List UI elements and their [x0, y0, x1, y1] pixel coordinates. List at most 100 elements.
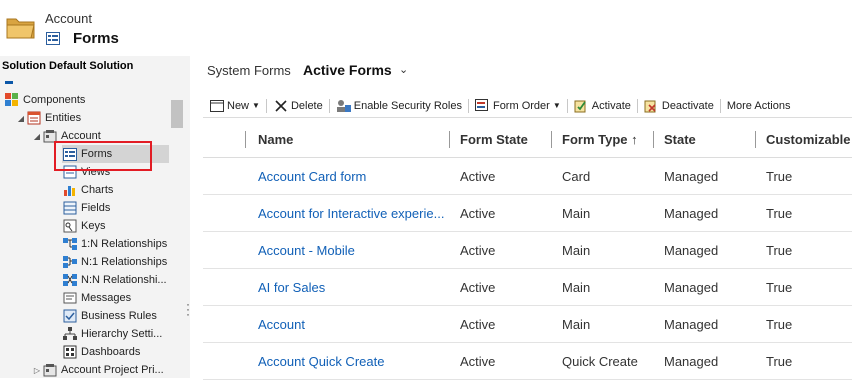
relationship-icon: [62, 273, 78, 287]
form-name-link[interactable]: Account for Interactive experie...: [258, 195, 446, 232]
table-row[interactable]: Account - Mobile Active Main Managed Tru…: [203, 232, 852, 269]
state-cell: Managed: [664, 243, 719, 258]
table-row[interactable]: Account Quick Create Active Quick Create…: [203, 343, 852, 380]
expand-arrow-icon[interactable]: ◢: [16, 114, 26, 123]
solution-explorer-sidebar: Solution Default Solution Components ◢ E…: [0, 56, 190, 378]
tree-item-components[interactable]: Components: [4, 91, 85, 109]
collapse-indicator[interactable]: [5, 81, 13, 84]
tree-item-hierarchy-settings[interactable]: Hierarchy Setti...: [62, 325, 162, 343]
chevron-down-icon[interactable]: ⌄: [399, 63, 408, 76]
column-header-customizable[interactable]: Customizable: [755, 120, 851, 158]
column-header-state[interactable]: State: [653, 120, 696, 158]
column-header-name[interactable]: Name: [258, 120, 293, 158]
relationship-icon: [62, 255, 78, 269]
folder-icon: [6, 14, 36, 40]
form-state-cell: Active: [460, 354, 496, 369]
account-entity-icon: [42, 363, 58, 377]
forms-grid: Name Form State Form Type ↑ State Custom…: [203, 120, 852, 380]
customizable-cell: True: [766, 354, 793, 369]
form-type-cell: Main: [562, 206, 591, 221]
solution-title: Solution Default Solution: [2, 60, 134, 72]
customizable-cell: True: [766, 280, 793, 295]
collapsed-arrow-icon[interactable]: ▷: [32, 366, 42, 375]
activate-icon: [574, 99, 590, 113]
table-row[interactable]: Account for Interactive experie... Activ…: [203, 195, 852, 232]
activate-button[interactable]: Activate: [568, 95, 637, 117]
state-cell: Managed: [664, 169, 719, 184]
tree-item-entities[interactable]: ◢ Entities: [16, 109, 81, 127]
form-name-link[interactable]: Account Card form: [258, 158, 446, 195]
deactivate-button[interactable]: Deactivate: [638, 95, 720, 117]
form-order-button[interactable]: Form Order ▼: [469, 95, 567, 117]
dashboards-icon: [62, 345, 78, 359]
splitter-handle-icon[interactable]: · · ·: [186, 298, 190, 320]
caret-down-icon: ▼: [252, 101, 260, 110]
customizable-cell: True: [766, 317, 793, 332]
new-button[interactable]: New ▼: [203, 95, 266, 117]
view-selector[interactable]: Active Forms: [303, 62, 392, 78]
tree-item-account-project-price[interactable]: ▷ Account Project Pri...: [32, 361, 164, 378]
charts-icon: [62, 183, 78, 197]
column-header-form-state[interactable]: Form State: [449, 120, 528, 158]
close-icon: [273, 99, 289, 113]
forms-icon: [46, 32, 60, 45]
highlight-box: [54, 141, 152, 171]
sidebar-scrollbar[interactable]: [170, 98, 184, 378]
more-actions-button[interactable]: More Actions: [721, 95, 797, 117]
table-row[interactable]: Account Card form Active Card Managed Tr…: [203, 158, 852, 195]
grid-header: Name Form State Form Type ↑ State Custom…: [203, 120, 852, 158]
form-name-link[interactable]: Account - Mobile: [258, 232, 446, 269]
delete-button[interactable]: Delete: [267, 95, 329, 117]
form-state-cell: Active: [460, 243, 496, 258]
tree-item-fields[interactable]: Fields: [62, 199, 110, 217]
tree-item-n1-relationships[interactable]: N:1 Relationships: [62, 253, 167, 271]
table-row[interactable]: AI for Sales Active Main Managed True: [203, 269, 852, 306]
column-header-form-type[interactable]: Form Type ↑: [551, 120, 638, 158]
state-cell: Managed: [664, 317, 719, 332]
page-header: Account Forms: [0, 0, 852, 56]
tree-item-nn-relationships[interactable]: N:N Relationshi...: [62, 271, 167, 289]
form-name-link[interactable]: AI for Sales: [258, 269, 446, 306]
fields-icon: [62, 201, 78, 215]
keys-icon: [62, 219, 78, 233]
form-order-icon: [474, 99, 491, 113]
state-cell: Managed: [664, 206, 719, 221]
tree-item-1n-relationships[interactable]: 1:N Relationships: [62, 235, 167, 253]
expand-arrow-icon[interactable]: ◢: [32, 132, 42, 141]
customizable-cell: True: [766, 243, 793, 258]
tree-item-dashboards[interactable]: Dashboards: [62, 343, 140, 361]
command-bar: New ▼ Delete Enable Security Roles Form O…: [203, 94, 852, 118]
entity-name: Account: [45, 11, 92, 26]
sidebar-scroll-thumb[interactable]: [171, 100, 183, 128]
hierarchy-icon: [62, 327, 78, 341]
form-type-cell: Main: [562, 317, 591, 332]
form-type-cell: Main: [562, 243, 591, 258]
tree-item-charts[interactable]: Charts: [62, 181, 113, 199]
entities-icon: [26, 111, 42, 125]
tree-item-messages[interactable]: Messages: [62, 289, 131, 307]
tree-item-business-rules[interactable]: Business Rules: [62, 307, 157, 325]
components-icon: [4, 93, 20, 107]
customizable-cell: True: [766, 169, 793, 184]
form-state-cell: Active: [460, 280, 496, 295]
state-cell: Managed: [664, 354, 719, 369]
table-row[interactable]: Account Active Main Managed True: [203, 306, 852, 343]
deactivate-icon: [644, 99, 660, 113]
form-state-cell: Active: [460, 169, 496, 184]
form-type-cell: Quick Create: [562, 354, 638, 369]
form-state-cell: Active: [460, 317, 496, 332]
enable-security-roles-button[interactable]: Enable Security Roles: [330, 95, 468, 117]
page-title: Forms: [73, 30, 119, 47]
form-type-cell: Card: [562, 169, 591, 184]
caret-down-icon: ▼: [552, 101, 561, 110]
customizable-cell: True: [766, 206, 793, 221]
state-cell: Managed: [664, 280, 719, 295]
view-label: System Forms: [207, 63, 291, 78]
form-name-link[interactable]: Account Quick Create: [258, 343, 446, 380]
relationship-icon: [62, 237, 78, 251]
tree-item-keys[interactable]: Keys: [62, 217, 105, 235]
form-name-link[interactable]: Account: [258, 306, 446, 343]
business-rules-icon: [62, 309, 78, 323]
messages-icon: [62, 291, 78, 305]
form-type-cell: Main: [562, 280, 591, 295]
